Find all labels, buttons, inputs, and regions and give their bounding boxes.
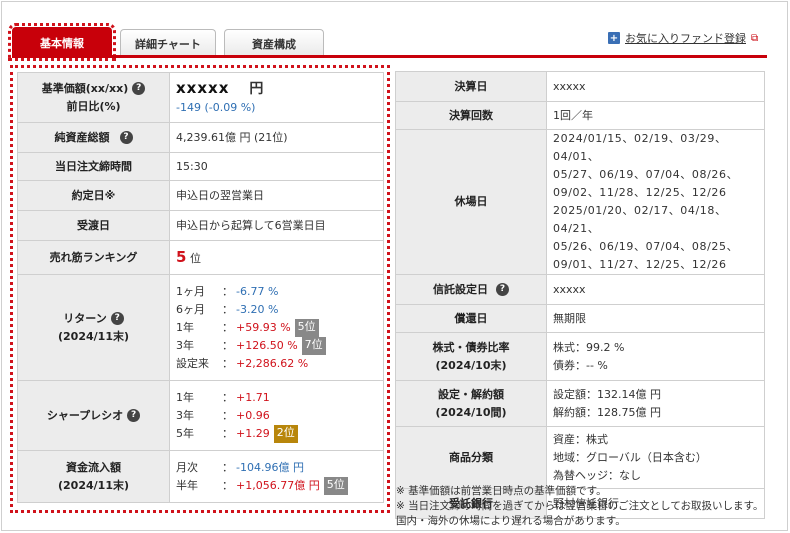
tab-asset-composition[interactable]: 資産構成: [224, 29, 324, 57]
ratio-label: 株式・債券比率: [432, 340, 510, 354]
return-row: 3年： +126.50 % 7位: [176, 336, 377, 355]
ranking-unit: 位: [189, 251, 201, 265]
category-label: 商品分類: [395, 426, 547, 489]
sharpe-row: 5年： +1.29 2位: [176, 424, 377, 443]
help-icon[interactable]: ?: [127, 409, 141, 422]
flows-label: 資金流入額: [66, 460, 121, 474]
settlement-count-value: 1回／年: [546, 101, 765, 130]
row-cutoff: 当日注文締時間 15:30: [17, 152, 384, 181]
row-subs: 設定・解約額 (2024/10間) 設定額：132.14億 円 解約額：128.…: [395, 380, 765, 427]
holiday-line: 09/01、11/27、12/25、12/26: [553, 258, 727, 271]
external-link-icon: ⧉: [751, 32, 759, 44]
row-price: 基準価額(xx/xx)? 前日比(%) xxxxx 円 -149 (-0.09 %…: [17, 72, 384, 123]
subs-label: 設定・解約額: [438, 387, 504, 401]
inception-value: xxxxx: [546, 274, 765, 305]
help-icon[interactable]: ?: [110, 312, 124, 325]
subs-redeem: 解約額：128.75億 円: [553, 405, 661, 419]
tab-basic-info[interactable]: 基本情報: [8, 23, 116, 61]
row-net-assets: 純資産総額? 4,239.61億 円 (21位): [17, 122, 384, 153]
row-holidays: 休場日 2024/01/15、02/19、03/29、04/01、 05/27、…: [395, 129, 765, 275]
category-hedge: 為替ヘッジ：なし: [553, 468, 641, 482]
flow-row: 半年： +1,056.77億 円 5位: [176, 476, 377, 495]
tab-bar: 基本情報 詳細チャート 資産構成: [8, 23, 332, 61]
rank-badge: 2位: [273, 424, 298, 443]
return-row: 6ヶ月： -3.20 %: [176, 302, 279, 316]
maturity-value: 無期限: [546, 304, 765, 333]
ranking-label: 売れ筋ランキング: [17, 240, 170, 275]
subs-date: (2024/10間): [435, 405, 507, 419]
footnotes: ※ 基準価額は前営業日時点の基準価額です。 ※ 当日注文締め時間を過ぎてからは翌…: [396, 484, 771, 529]
row-sharpe: シャープレシオ? 1年： +1.71 3年： +0.96 5年： +1.29 2位: [17, 380, 384, 451]
help-icon[interactable]: ?: [119, 131, 133, 144]
net-assets-label: 純資産総額: [54, 130, 110, 144]
plus-square-icon: +: [608, 32, 620, 44]
holiday-line: 05/26、06/19、07/04、08/25、: [553, 240, 739, 253]
returns-label: リターン: [63, 311, 107, 325]
price-value: xxxxx: [176, 78, 230, 97]
ratio-stock: 株式：99.2 %: [553, 340, 625, 354]
rank-badge: 7位: [301, 336, 326, 355]
return-row: 1ヶ月： -6.77 %: [176, 284, 279, 298]
holiday-line: 2025/01/20、02/17、04/18、04/21、: [553, 204, 727, 235]
sharpe-label: シャープレシオ: [46, 408, 124, 422]
fund-detail-table: 決算日 xxxxx 決算回数 1回／年 休場日 2024/01/15、02/19…: [395, 71, 765, 519]
row-maturity: 償還日 無期限: [395, 304, 765, 333]
price-change-label: 前日比(%): [66, 99, 121, 113]
fund-basic-table: 基準価額(xx/xx)? 前日比(%) xxxxx 円 -149 (-0.09 %…: [17, 72, 384, 503]
tab-underline: [12, 55, 767, 58]
ranking-value: 5: [176, 247, 187, 266]
delivery-day-value: 申込日から起算して6営業日目: [169, 210, 384, 241]
net-assets-value: 4,239.61億 円 (21位): [169, 122, 384, 153]
settlement-count-label: 決算回数: [395, 101, 547, 130]
row-settlement-count: 決算回数 1回／年: [395, 101, 765, 130]
rank-badge: 5位: [323, 476, 348, 495]
tab-detail-chart[interactable]: 詳細チャート: [120, 29, 216, 57]
sharpe-row: 3年： +0.96: [176, 408, 270, 422]
footnote: ※ 当日注文締め時間を過ぎてからは翌営業日のご注文としてお取扱いします。国内・海…: [396, 500, 764, 527]
ratio-date: (2024/10末): [435, 358, 507, 372]
favorite-fund-register-link[interactable]: お気に入りファンド登録: [625, 30, 746, 46]
settlement-day-label: 決算日: [395, 71, 547, 102]
holiday-line: 09/02、11/28、12/25、12/26: [553, 186, 727, 199]
row-contract-day: 約定日※ 申込日の翌営業日: [17, 180, 384, 211]
holiday-line: 05/27、06/19、07/04、08/26、: [553, 168, 739, 181]
delivery-day-label: 受渡日: [17, 210, 170, 241]
price-change: -149 (-0.09 %): [176, 100, 256, 114]
subs-setup: 設定額：132.14億 円: [553, 387, 661, 401]
price-label: 基準価額(xx/xx): [41, 81, 129, 95]
maturity-label: 償還日: [395, 304, 547, 333]
footnote: ※ 基準価額は前営業日時点の基準価額です。: [396, 485, 607, 497]
category-region: 地域：グローバル（日本含む）: [553, 450, 707, 464]
flows-date: (2024/11末): [58, 478, 129, 492]
cutoff-label: 当日注文締時間: [17, 152, 170, 181]
contract-day-label: 約定日※: [17, 180, 170, 211]
cutoff-value: 15:30: [169, 152, 384, 181]
holidays-label: 休場日: [395, 129, 547, 275]
price-unit: 円: [249, 80, 264, 97]
favorite-link[interactable]: + お気に入りファンド登録 ⧉: [608, 30, 758, 46]
settlement-day-value: xxxxx: [546, 71, 765, 102]
help-icon[interactable]: ?: [132, 82, 146, 95]
contract-day-value: 申込日の翌営業日: [169, 180, 384, 211]
return-row: 1年： +59.93 % 5位: [176, 318, 377, 337]
flow-row: 月次： -104.96億 円: [176, 460, 304, 474]
help-icon[interactable]: ?: [496, 283, 509, 296]
returns-date: (2024/11末): [58, 329, 129, 343]
inception-label: 信託設定日: [433, 282, 488, 296]
row-flows: 資金流入額 (2024/11末) 月次： -104.96億 円 半年： +1,056…: [17, 450, 384, 503]
row-ranking: 売れ筋ランキング 5 位: [17, 240, 384, 275]
category-asset: 資産：株式: [553, 432, 608, 446]
return-row: 設定来： +2,286.62 %: [176, 356, 309, 370]
rank-badge: 5位: [294, 318, 319, 337]
row-category: 商品分類 資産：株式 地域：グローバル（日本含む） 為替ヘッジ：なし: [395, 426, 765, 489]
sharpe-row: 1年： +1.71: [176, 390, 270, 404]
row-inception: 信託設定日? xxxxx: [395, 274, 765, 305]
row-returns: リターン? (2024/11末) 1ヶ月： -6.77 % 6ヶ月： -3.20 %…: [17, 274, 384, 381]
row-delivery-day: 受渡日 申込日から起算して6営業日目: [17, 210, 384, 241]
row-ratio: 株式・債券比率 (2024/10末) 株式：99.2 % 債券：-- %: [395, 332, 765, 381]
holiday-line: 2024/01/15、02/19、03/29、04/01、: [553, 132, 727, 163]
row-settlement-day: 決算日 xxxxx: [395, 71, 765, 102]
ratio-bond: 債券：-- %: [553, 358, 608, 372]
